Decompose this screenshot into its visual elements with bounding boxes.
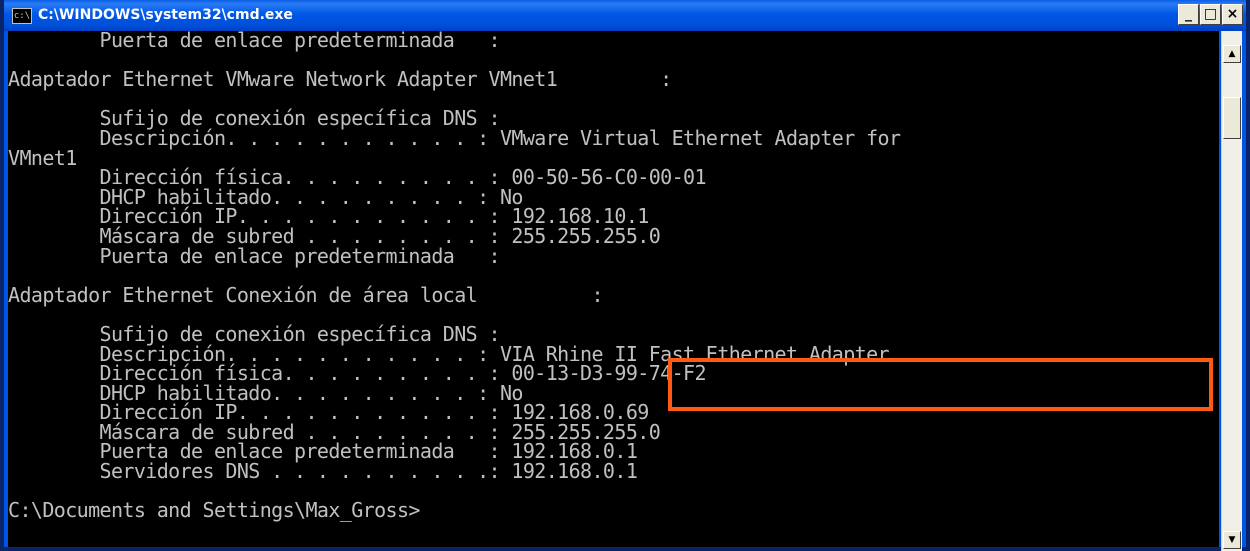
console-line: Adaptador Ethernet Conexión de área loca… <box>8 282 604 307</box>
close-button[interactable]: × <box>1222 4 1243 25</box>
console-line: Servidores DNS . . . . . . . . . .: 192.… <box>8 459 638 484</box>
console-line: Puerta de enlace predeterminada : <box>8 243 501 268</box>
console-line: Adaptador Ethernet VMware Network Adapte… <box>8 67 672 92</box>
console-output[interactable]: Puerta de enlace predeterminada : Adaptad… <box>8 31 1219 547</box>
console-lines: Puerta de enlace predeterminada : Adaptad… <box>8 31 1219 521</box>
scroll-down-button[interactable]: ▼ <box>1223 531 1241 549</box>
cmd-icon[interactable]: c:\ <box>12 8 32 24</box>
title-bar[interactable]: c:\ C:\WINDOWS\system32\cmd.exe _ □ × <box>4 0 1246 31</box>
console-line: Puerta de enlace predeterminada : <box>8 31 501 52</box>
highlight-box <box>668 358 1213 411</box>
vertical-scrollbar[interactable]: ▲ ▼ <box>1221 31 1242 551</box>
scroll-thumb[interactable] <box>1223 97 1241 139</box>
console-line: C:\Documents and Settings\Max_Gross> <box>8 498 420 523</box>
minimize-button[interactable]: _ <box>1178 4 1199 25</box>
maximize-button[interactable]: □ <box>1200 4 1221 25</box>
console-line: Descripción. . . . . . . . . . . : VMwar… <box>8 125 901 150</box>
window-title: C:\WINDOWS\system32\cmd.exe <box>38 7 293 23</box>
scroll-up-button[interactable]: ▲ <box>1223 45 1241 63</box>
